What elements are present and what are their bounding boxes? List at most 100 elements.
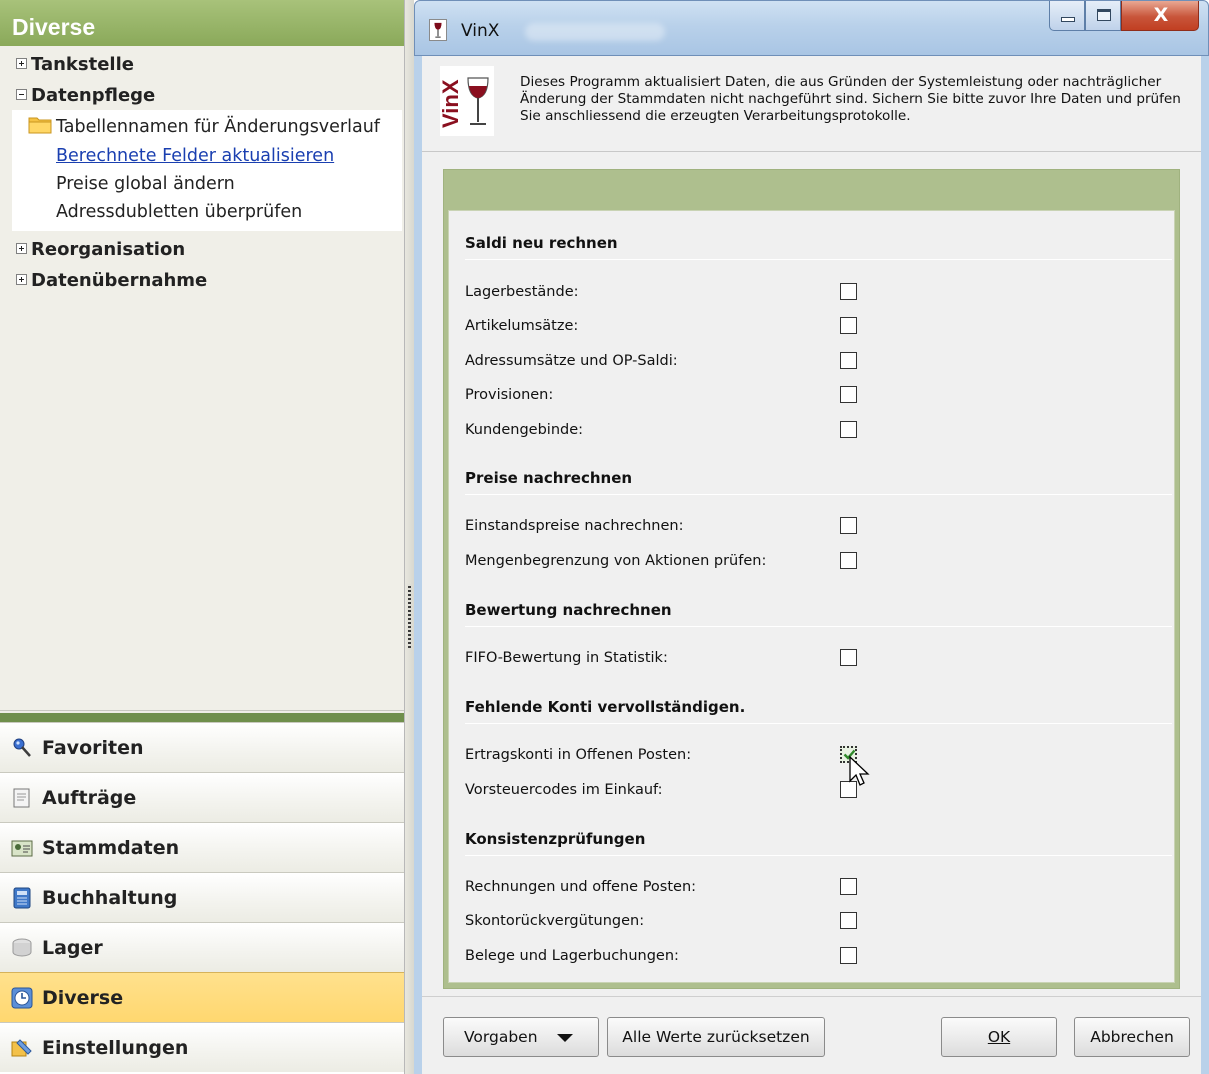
section-divider bbox=[465, 494, 1172, 495]
vinx-dialog: VinX X VinX Dieses Programm aktualisiert… bbox=[414, 0, 1209, 1074]
checkbox-artikelumsaetze[interactable] bbox=[840, 317, 857, 334]
label-fifo-bewertung: FIFO-Bewertung in Statistik: bbox=[465, 650, 668, 666]
tree-group-tankstelle[interactable]: Tankstelle bbox=[12, 51, 402, 79]
tree-group-datenuebernahme[interactable]: Datenübernahme bbox=[12, 267, 402, 295]
nav-lager[interactable]: Lager bbox=[0, 922, 404, 972]
section-title-saldi: Saldi neu rechnen bbox=[465, 234, 618, 252]
info-banner: VinX Dieses Programm aktualisiert Daten,… bbox=[422, 56, 1201, 152]
section-divider bbox=[465, 723, 1172, 724]
window-title: VinX bbox=[461, 21, 500, 41]
tree-group-datenpflege[interactable]: Datenpflege bbox=[12, 82, 402, 110]
nav-einstellungen[interactable]: Einstellungen bbox=[0, 1022, 404, 1072]
document-icon bbox=[13, 788, 30, 808]
section-divider bbox=[465, 626, 1172, 627]
label-einstandspreise: Einstandspreise nachrechnen: bbox=[465, 518, 684, 534]
nav-buchhaltung[interactable]: Buchhaltung bbox=[0, 872, 404, 922]
checkbox-adressumsaetze[interactable] bbox=[840, 352, 857, 369]
minimize-button[interactable] bbox=[1049, 1, 1085, 31]
folder-icon bbox=[28, 117, 52, 134]
pin-icon bbox=[13, 738, 31, 757]
vorgaben-dropdown-button[interactable]: Vorgaben bbox=[443, 1017, 599, 1057]
ledger-icon bbox=[13, 887, 31, 909]
logo-text: VinX bbox=[440, 79, 463, 128]
title-bar[interactable]: VinX X bbox=[414, 0, 1209, 56]
checkbox-mengenbegrenzung[interactable] bbox=[840, 552, 857, 569]
tree-group-label: Tankstelle bbox=[31, 54, 134, 75]
nav-label: Favoriten bbox=[42, 737, 144, 759]
nav-label: Aufträge bbox=[42, 787, 137, 809]
maximize-button[interactable] bbox=[1085, 1, 1121, 31]
checkbox-lagerbestaende[interactable] bbox=[840, 283, 857, 300]
dialog-client: VinX Dieses Programm aktualisiert Daten,… bbox=[414, 56, 1209, 1074]
checkbox-skonto[interactable] bbox=[840, 912, 857, 929]
checkbox-kundengebinde[interactable] bbox=[840, 421, 857, 438]
label-adressumsaetze: Adressumsätze und OP-Saldi: bbox=[465, 353, 678, 369]
navigation-tree: Tankstelle Datenpflege Tabellennamen für… bbox=[0, 46, 404, 710]
section-title-konsistenz: Konsistenzprüfungen bbox=[465, 830, 646, 848]
tree-item-adressdubletten[interactable]: Adressdubletten überprüfen bbox=[56, 198, 302, 226]
options-panel: Saldi neu rechnen Lagerbestände: Artikel… bbox=[443, 169, 1180, 989]
close-button[interactable]: X bbox=[1121, 1, 1199, 31]
checkbox-einstandspreise[interactable] bbox=[840, 517, 857, 534]
expand-icon[interactable] bbox=[16, 58, 27, 69]
tree-group-label: Reorganisation bbox=[31, 239, 186, 260]
tree-item-tabellennamen[interactable]: Tabellennamen für Änderungsverlauf bbox=[56, 113, 380, 141]
tree-item-preise-global[interactable]: Preise global ändern bbox=[56, 170, 235, 198]
collapse-icon[interactable] bbox=[16, 89, 27, 100]
reset-all-button[interactable]: Alle Werte zurücksetzen bbox=[607, 1017, 825, 1057]
pane-divider-bar[interactable] bbox=[0, 713, 404, 722]
tree-group-label: Datenpflege bbox=[31, 85, 156, 106]
button-bar: Vorgaben Alle Werte zurücksetzen OK Abbr… bbox=[422, 996, 1201, 1074]
label-belege: Belege und Lagerbuchungen: bbox=[465, 948, 679, 964]
info-text: Dieses Programm aktualisiert Daten, die … bbox=[520, 74, 1181, 124]
box-icon bbox=[12, 938, 32, 957]
title-glass-glow bbox=[525, 23, 665, 41]
checkmark-icon bbox=[843, 749, 856, 760]
nav-auftraege[interactable]: Aufträge bbox=[0, 772, 404, 822]
dropdown-arrow-icon bbox=[557, 1034, 573, 1042]
checkbox-provisionen[interactable] bbox=[840, 386, 857, 403]
vertical-splitter[interactable] bbox=[405, 0, 414, 1074]
nav-label: Lager bbox=[42, 937, 103, 959]
ok-button[interactable]: OK bbox=[941, 1017, 1057, 1057]
section-title-bewertung: Bewertung nachrechnen bbox=[465, 601, 672, 619]
tree-item-berechnete-felder[interactable]: Berechnete Felder aktualisieren bbox=[56, 142, 334, 170]
label-provisionen: Provisionen: bbox=[465, 387, 554, 403]
options-panel-body: Saldi neu rechnen Lagerbestände: Artikel… bbox=[448, 210, 1175, 983]
nav-label: Stammdaten bbox=[42, 837, 180, 859]
app-icon bbox=[429, 19, 447, 41]
label-skonto: Skontorückvergütungen: bbox=[465, 913, 645, 929]
address-card-icon bbox=[11, 840, 33, 857]
checkbox-rechnungen[interactable] bbox=[840, 878, 857, 895]
tree-group-reorganisation[interactable]: Reorganisation bbox=[12, 236, 402, 264]
label-vorsteuercodes: Vorsteuercodes im Einkauf: bbox=[465, 782, 663, 798]
nav-label: Buchhaltung bbox=[42, 887, 178, 909]
expand-icon[interactable] bbox=[16, 243, 27, 254]
section-divider bbox=[465, 259, 1172, 260]
label-rechnungen: Rechnungen und offene Posten: bbox=[465, 879, 697, 895]
nav-favoriten[interactable]: Favoriten bbox=[0, 722, 404, 772]
label-mengenbegrenzung: Mengenbegrenzung von Aktionen prüfen: bbox=[465, 553, 767, 569]
button-label: Abbrechen bbox=[1090, 1028, 1174, 1046]
section-title-preise: Preise nachrechnen bbox=[465, 469, 633, 487]
checkbox-fifo-bewertung[interactable] bbox=[840, 649, 857, 666]
label-artikelumsaetze: Artikelumsätze: bbox=[465, 318, 579, 334]
nav-diverse[interactable]: Diverse bbox=[0, 972, 404, 1022]
nav-stammdaten[interactable]: Stammdaten bbox=[0, 822, 404, 872]
nav-label: Diverse bbox=[42, 987, 124, 1009]
checkbox-vorsteuercodes[interactable] bbox=[840, 781, 857, 798]
section-divider bbox=[465, 855, 1172, 856]
wine-glass-icon bbox=[434, 22, 442, 38]
button-label: Vorgaben bbox=[464, 1028, 538, 1046]
checkbox-ertragskonti[interactable] bbox=[840, 746, 857, 763]
vinx-logo: VinX bbox=[440, 66, 494, 136]
expand-icon[interactable] bbox=[16, 274, 27, 285]
grip-icon bbox=[408, 586, 411, 648]
navigation-pane: Diverse Tankstelle Datenpflege Tabellenn… bbox=[0, 0, 405, 1074]
label-kundengebinde: Kundengebinde: bbox=[465, 422, 584, 438]
cancel-button[interactable]: Abbrechen bbox=[1074, 1017, 1190, 1057]
section-title-konti: Fehlende Konti vervollständigen. bbox=[465, 698, 746, 716]
nav-label: Einstellungen bbox=[42, 1037, 189, 1059]
checkbox-belege[interactable] bbox=[840, 947, 857, 964]
label-lagerbestaende: Lagerbestände: bbox=[465, 284, 579, 300]
